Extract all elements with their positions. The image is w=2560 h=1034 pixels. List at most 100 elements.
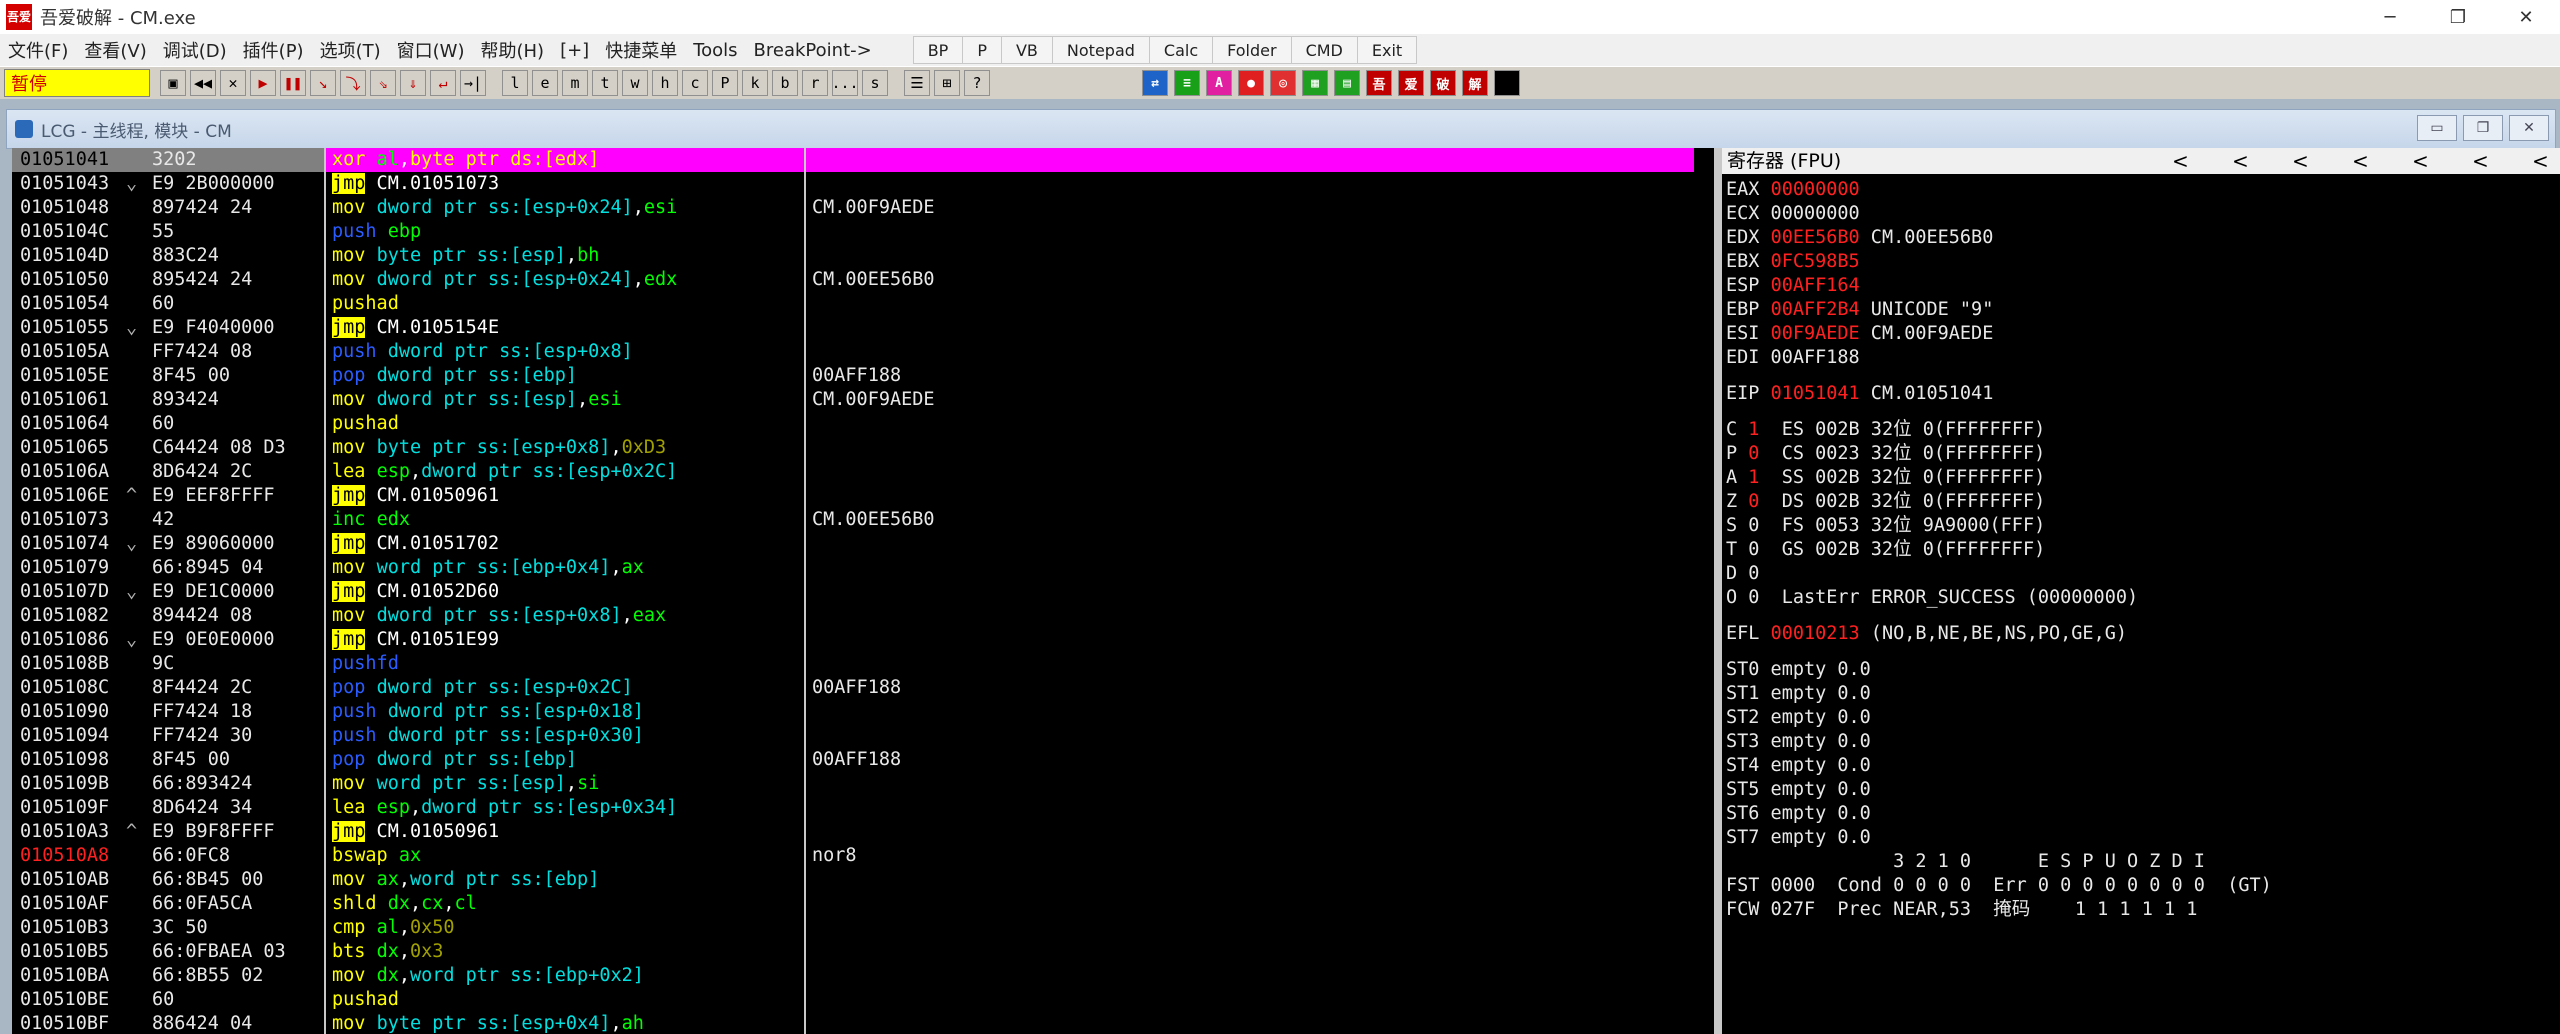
menu-item[interactable]: 插件(P) bbox=[235, 37, 312, 63]
disasm-row[interactable]: 010510BF 886424 04 mov byte ptr ss:[esp+0x… bbox=[12, 1012, 1714, 1034]
view-more-button[interactable]: ... bbox=[831, 70, 859, 96]
maximize-button[interactable]: ❐ bbox=[2424, 0, 2492, 34]
execute-till-return-icon[interactable]: ↵ bbox=[430, 70, 456, 96]
disasm-row[interactable]: 010510AF 66:0FA5CA shld dx,cx,cl bbox=[12, 892, 1714, 916]
register-line[interactable]: ST5 empty 0.0 bbox=[1726, 778, 1871, 802]
disasm-row[interactable]: 01051048 897424 24 mov dword ptr ss:[esp+0… bbox=[12, 196, 1714, 220]
plugin-icon[interactable]: ≡ bbox=[1174, 70, 1200, 96]
disasm-row[interactable]: 01051073 42 inc edx CM.00EE56B0 bbox=[12, 508, 1714, 532]
disasm-row[interactable]: 0105106E ^ E9 EEF8FFFF jmp CM.01050961 bbox=[12, 484, 1714, 508]
register-line[interactable]: ECX 00000000 bbox=[1726, 202, 1860, 226]
disasm-row[interactable]: 01051041 3202 xor al,byte ptr ds:[edx] bbox=[12, 148, 1714, 172]
menu-shortcut-p[interactable]: P bbox=[962, 36, 1002, 64]
open-icon[interactable]: ▣ bbox=[160, 70, 186, 96]
register-line[interactable]: FCW 027F Prec NEAR,53 掩码 1 1 1 1 1 1 bbox=[1726, 898, 2197, 922]
view-b-button[interactable]: b bbox=[772, 70, 798, 96]
view-l-button[interactable]: l bbox=[502, 70, 528, 96]
scroll-left-arrow-icon[interactable]: < bbox=[2232, 148, 2249, 174]
disasm-row[interactable]: 0105108C 8F4424 2C pop dword ptr ss:[esp+0… bbox=[12, 676, 1714, 700]
menu-item[interactable]: 窗口(W) bbox=[389, 37, 473, 63]
view-s-button[interactable]: s bbox=[862, 70, 888, 96]
view-c-button[interactable]: c bbox=[682, 70, 708, 96]
disasm-row[interactable]: 01051055 ⌄ E9 F4040000 jmp CM.0105154E bbox=[12, 316, 1714, 340]
disasm-row[interactable]: 01051086 ⌄ E9 0E0E0000 jmp CM.01051E99 bbox=[12, 628, 1714, 652]
register-line[interactable]: P 0 CS 0023 32位 0(FFFFFFFF) bbox=[1726, 442, 2045, 466]
view-r-button[interactable]: r bbox=[802, 70, 828, 96]
trace-into-icon[interactable]: ⇘ bbox=[370, 70, 396, 96]
disasm-row[interactable]: 010510BA 66:8B55 02 mov dx,word ptr ss:[eb… bbox=[12, 964, 1714, 988]
disasm-row[interactable]: 010510BE 60 pushad bbox=[12, 988, 1714, 1012]
disasm-row[interactable]: 0105104D 883C24 mov byte ptr ss:[esp],bh bbox=[12, 244, 1714, 268]
plugin-icon[interactable]: ▦ bbox=[1302, 70, 1328, 96]
disasm-row[interactable]: 0105105A FF7424 08 push dword ptr ss:[esp+… bbox=[12, 340, 1714, 364]
disasm-row[interactable]: 01051098 8F45 00 pop dword ptr ss:[ebp] 00A… bbox=[12, 748, 1714, 772]
menu-shortcut-folder[interactable]: Folder bbox=[1212, 36, 1292, 64]
list-icon[interactable]: ☰ bbox=[904, 70, 930, 96]
register-line[interactable]: EIP 01051041 CM.01051041 bbox=[1726, 382, 1993, 406]
menu-item[interactable]: 调试(D) bbox=[155, 37, 235, 63]
menu-item[interactable]: Tools bbox=[685, 40, 745, 61]
register-line[interactable]: S 0 FS 0053 32位 9A9000(FFF) bbox=[1726, 514, 2045, 538]
disasm-row[interactable]: 010510A8 66:0FC8 bswap ax nor8 bbox=[12, 844, 1714, 868]
disasm-row[interactable]: 0105104C 55 push ebp bbox=[12, 220, 1714, 244]
disasm-row[interactable]: 01051064 60 pushad bbox=[12, 412, 1714, 436]
run-icon[interactable]: ▶ bbox=[250, 70, 276, 96]
menu-item[interactable]: [+] bbox=[552, 40, 597, 61]
register-line[interactable]: EDX 00EE56B0 CM.00EE56B0 bbox=[1726, 226, 1993, 250]
disasm-row[interactable]: 010510B5 66:0FBAEA 03 bts dx,0x3 bbox=[12, 940, 1714, 964]
register-line[interactable]: ST3 empty 0.0 bbox=[1726, 730, 1871, 754]
menu-item[interactable]: BreakPoint-> bbox=[746, 40, 880, 61]
disasm-row[interactable]: 0105105E 8F45 00 pop dword ptr ss:[ebp] 00A… bbox=[12, 364, 1714, 388]
register-line[interactable]: C 1 ES 002B 32位 0(FFFFFFFF) bbox=[1726, 418, 2045, 442]
disasm-row[interactable]: 01051082 894424 08 mov dword ptr ss:[esp+0… bbox=[12, 604, 1714, 628]
menu-item[interactable]: 查看(V) bbox=[76, 37, 154, 63]
help-icon[interactable]: ? bbox=[964, 70, 990, 96]
scroll-left-arrow-icon[interactable]: < bbox=[2532, 148, 2549, 174]
register-line[interactable]: EBX 0FC598B5 bbox=[1726, 250, 1860, 274]
disasm-row[interactable]: 010510B3 3C 50 cmp al,0x50 bbox=[12, 916, 1714, 940]
disasm-row[interactable]: 0105106A 8D6424 2C lea esp,dword ptr ss:[e… bbox=[12, 460, 1714, 484]
scroll-left-arrow-icon[interactable]: < bbox=[2472, 148, 2489, 174]
register-line[interactable]: ST6 empty 0.0 bbox=[1726, 802, 1871, 826]
menu-shortcut-vb[interactable]: VB bbox=[1000, 36, 1053, 64]
disasm-row[interactable]: 01051094 FF7424 30 push dword ptr ss:[esp+… bbox=[12, 724, 1714, 748]
disasm-row[interactable]: 0105109B 66:893424 mov word ptr ss:[esp],s… bbox=[12, 772, 1714, 796]
menu-shortcut-exit[interactable]: Exit bbox=[1356, 36, 1418, 64]
plugin-icon[interactable]: 解 bbox=[1462, 70, 1488, 96]
step-into-icon[interactable]: ↘ bbox=[310, 70, 336, 96]
disasm-row[interactable]: 010510AB 66:8B45 00 mov ax,word ptr ss:[eb… bbox=[12, 868, 1714, 892]
pane-splitter[interactable] bbox=[1714, 148, 1722, 1034]
register-line[interactable]: ST4 empty 0.0 bbox=[1726, 754, 1871, 778]
register-line[interactable]: ESP 00AFF164 bbox=[1726, 274, 1860, 298]
register-line[interactable]: ESI 00F9AEDE CM.00F9AEDE bbox=[1726, 322, 1993, 346]
plugin-icon[interactable]: ▤ bbox=[1334, 70, 1360, 96]
disasm-row[interactable]: 01051074 ⌄ E9 89060000 jmp CM.01051702 bbox=[12, 532, 1714, 556]
scroll-left-arrow-icon[interactable]: < bbox=[2352, 148, 2369, 174]
menu-shortcut-bp[interactable]: BP bbox=[912, 36, 964, 64]
disasm-row[interactable]: 0105109F 8D6424 34 lea esp,dword ptr ss:[e… bbox=[12, 796, 1714, 820]
disasm-row[interactable]: 01051050 895424 24 mov dword ptr ss:[esp+0… bbox=[12, 268, 1714, 292]
scroll-left-arrow-icon[interactable]: < bbox=[2172, 148, 2189, 174]
disasm-row[interactable]: 01051079 66:8945 04 mov word ptr ss:[ebp+0… bbox=[12, 556, 1714, 580]
register-line[interactable]: O 0 LastErr ERROR_SUCCESS (00000000) bbox=[1726, 586, 2138, 610]
step-over-icon[interactable]: ⤵ bbox=[340, 70, 366, 96]
plugin-icon[interactable]: ⇄ bbox=[1142, 70, 1168, 96]
register-line[interactable]: 3 2 1 0 E S P U O Z D I bbox=[1726, 850, 2205, 874]
register-line[interactable]: EDI 00AFF188 bbox=[1726, 346, 1860, 370]
view-t-button[interactable]: t bbox=[592, 70, 618, 96]
register-line[interactable]: Z 0 DS 002B 32位 0(FFFFFFFF) bbox=[1726, 490, 2045, 514]
plugin-icon[interactable]: 爱 bbox=[1398, 70, 1424, 96]
register-line[interactable]: EFL 00010213 (NO,B,NE,BE,NS,PO,GE,G) bbox=[1726, 622, 2127, 646]
register-line[interactable]: A 1 SS 002B 32位 0(FFFFFFFF) bbox=[1726, 466, 2045, 490]
disasm-row[interactable]: 01051065 C64424 08 D3 mov byte ptr ss:[esp… bbox=[12, 436, 1714, 460]
register-line[interactable]: EBP 00AFF2B4 UNICODE "9" bbox=[1726, 298, 1993, 322]
child-close-button[interactable]: ✕ bbox=[2509, 115, 2549, 141]
menu-item[interactable]: 帮助(H) bbox=[472, 37, 552, 63]
child-restore-button[interactable]: ❐ bbox=[2463, 115, 2503, 141]
menu-shortcut-cmd[interactable]: CMD bbox=[1290, 36, 1358, 64]
register-line[interactable]: ST0 empty 0.0 bbox=[1726, 658, 1871, 682]
plugin-icon[interactable]: ◎ bbox=[1270, 70, 1296, 96]
register-line[interactable]: FST 0000 Cond 0 0 0 0 Err 0 0 0 0 0 0 0 … bbox=[1726, 874, 2272, 898]
register-line[interactable]: ST1 empty 0.0 bbox=[1726, 682, 1871, 706]
scroll-left-arrow-icon[interactable]: < bbox=[2412, 148, 2429, 174]
